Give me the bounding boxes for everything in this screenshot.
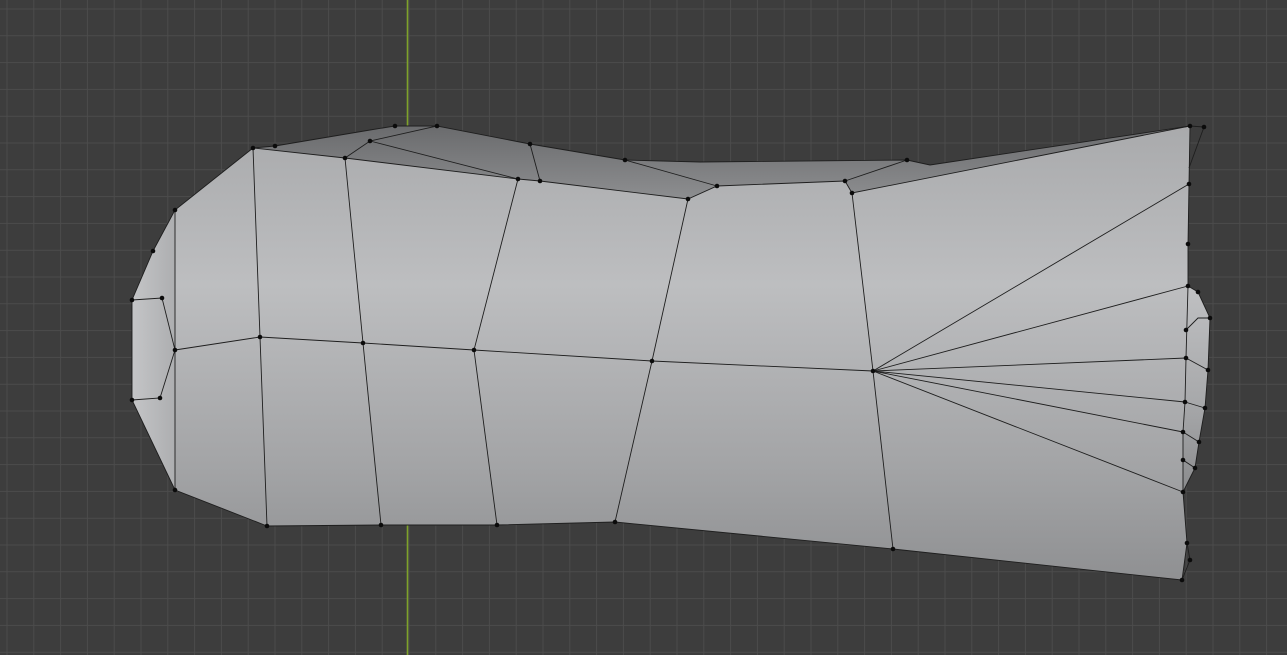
mesh-vertex[interactable] (1187, 123, 1193, 129)
mesh-vertex[interactable] (1207, 315, 1213, 321)
mesh-vertex[interactable] (250, 145, 256, 151)
mesh-vertex[interactable] (264, 523, 270, 529)
mesh-vertex[interactable] (649, 358, 655, 364)
mesh-vertex[interactable] (129, 297, 135, 303)
mesh-vertex[interactable] (1183, 355, 1189, 361)
mesh-vertex[interactable] (622, 157, 628, 163)
mesh-vertex[interactable] (367, 138, 373, 144)
mesh-vertex[interactable] (537, 178, 543, 184)
mesh-vertex[interactable] (1180, 429, 1186, 435)
mesh-vertex[interactable] (842, 178, 848, 184)
mesh-vertex[interactable] (272, 143, 278, 149)
mesh-vertex[interactable] (1195, 289, 1201, 295)
mesh-vertex[interactable] (849, 190, 855, 196)
mesh-vertex[interactable] (1182, 399, 1188, 405)
mesh-vertex[interactable] (494, 522, 500, 528)
mesh-vertex[interactable] (129, 397, 135, 403)
mesh-vertex[interactable] (1184, 540, 1190, 546)
mesh-vertex[interactable] (378, 522, 384, 528)
mesh-vertex[interactable] (685, 196, 691, 202)
mesh-vertex[interactable] (890, 546, 896, 552)
mesh-vertex[interactable] (1205, 367, 1211, 373)
mesh-vertex[interactable] (714, 183, 720, 189)
mesh-vertex[interactable] (1196, 439, 1202, 445)
mesh-vertex[interactable] (1202, 405, 1208, 411)
mesh-vertex[interactable] (342, 155, 348, 161)
mesh-vertex[interactable] (527, 141, 533, 147)
mesh-vertex[interactable] (870, 368, 876, 374)
mesh-vertex[interactable] (1183, 327, 1189, 333)
mesh-vertex[interactable] (257, 334, 263, 340)
3d-viewport[interactable] (0, 0, 1287, 655)
mesh-object[interactable] (129, 123, 1213, 583)
mesh-vertex[interactable] (612, 519, 618, 525)
mesh-vertex[interactable] (515, 176, 521, 182)
viewport-canvas[interactable] (0, 0, 1287, 655)
mesh-vertex[interactable] (1186, 181, 1192, 187)
mesh-vertex[interactable] (1180, 457, 1186, 463)
mesh-vertex[interactable] (159, 295, 165, 301)
mesh-vertex[interactable] (1179, 577, 1185, 583)
mesh-vertex[interactable] (1180, 489, 1186, 495)
mesh-vertex[interactable] (1192, 465, 1198, 471)
mesh-vertex[interactable] (434, 123, 440, 129)
mesh-edge[interactable] (1188, 126, 1205, 169)
mesh-vertex[interactable] (172, 347, 178, 353)
mesh-vertex[interactable] (172, 487, 178, 493)
mesh-vertex[interactable] (1185, 241, 1191, 247)
mesh-vertex[interactable] (360, 340, 366, 346)
mesh-vertex[interactable] (157, 395, 163, 401)
mesh-vertex[interactable] (1185, 283, 1191, 289)
mesh-vertex[interactable] (1187, 557, 1193, 563)
mesh-vertex[interactable] (172, 207, 178, 213)
mesh-vertex[interactable] (471, 347, 477, 353)
mesh-vertex[interactable] (392, 123, 398, 129)
mesh-vertex[interactable] (904, 157, 910, 163)
mesh-vertex[interactable] (1201, 124, 1207, 130)
mesh-vertex[interactable] (150, 248, 156, 254)
